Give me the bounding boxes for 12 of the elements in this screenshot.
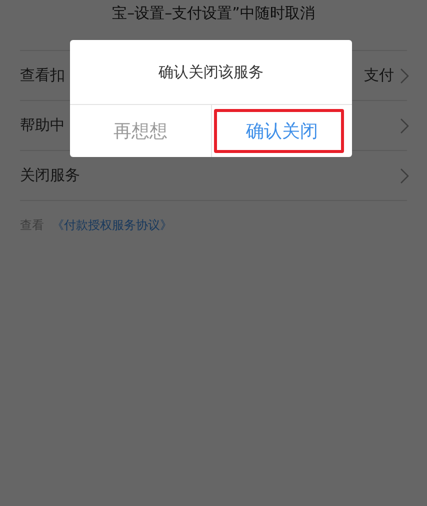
dialog-title: 确认关闭该服务 [70,40,352,105]
row-label: 查看扣 [20,66,65,85]
chevron-icon [400,168,409,184]
header-text: 宝–设置–支付设置”中随时取消 [112,4,315,23]
cancel-button[interactable]: 再想想 [103,115,178,147]
chevron-icon [400,118,409,134]
row-label: 帮助中 [20,116,65,135]
row-label: 关闭服务 [20,166,80,185]
confirm-button[interactable]: 确认关闭 [236,115,328,147]
row-value: 支付 [364,66,394,85]
chevron-icon [400,68,409,84]
agreement-link[interactable]: 《付款授权服务协议》 [52,217,172,234]
